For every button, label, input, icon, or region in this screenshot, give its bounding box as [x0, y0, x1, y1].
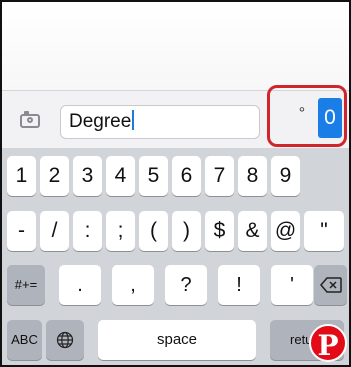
message-area	[2, 2, 349, 90]
screenshot-frame: Degree ° 0 1 2 3 4 5 6 7 8 9 - / : ; ( )…	[0, 0, 351, 367]
degree-symbol-option[interactable]: °	[290, 102, 314, 130]
highlight-box: ° 0	[267, 85, 347, 147]
keyboard: 1 2 3 4 5 6 7 8 9 - / : ; ( ) $ & @ " #+…	[2, 148, 349, 365]
key-question[interactable]: ?	[165, 265, 207, 305]
key-3[interactable]: 3	[73, 156, 102, 196]
key-more-symbols[interactable]: #+=	[7, 265, 45, 305]
key-at[interactable]: @	[271, 211, 300, 251]
zero-option-selected[interactable]: 0	[318, 98, 342, 138]
key-ampersand[interactable]: &	[238, 211, 267, 251]
key-period[interactable]: .	[59, 265, 101, 305]
globe-icon	[56, 331, 74, 349]
key-semicolon[interactable]: ;	[106, 211, 135, 251]
text-caret	[132, 110, 135, 130]
key-apostrophe[interactable]: '	[271, 265, 313, 305]
globe-key[interactable]	[46, 320, 84, 360]
key-4[interactable]: 4	[106, 156, 135, 196]
key-comma[interactable]: ,	[112, 265, 154, 305]
pinterest-logo-icon: P	[309, 324, 347, 362]
key-9[interactable]: 9	[271, 156, 300, 196]
key-dollar[interactable]: $	[205, 211, 234, 251]
key-6[interactable]: 6	[172, 156, 201, 196]
key-close-paren[interactable]: )	[172, 211, 201, 251]
key-hyphen[interactable]: -	[7, 211, 36, 251]
key-2[interactable]: 2	[40, 156, 69, 196]
key-abc[interactable]: ABC	[7, 320, 42, 360]
key-1[interactable]: 1	[7, 156, 36, 196]
key-8[interactable]: 8	[238, 156, 267, 196]
backspace-icon	[319, 277, 342, 293]
key-quote[interactable]: "	[304, 211, 344, 251]
input-toolbar: Degree ° 0	[2, 85, 349, 149]
key-exclamation[interactable]: !	[218, 265, 260, 305]
key-open-paren[interactable]: (	[139, 211, 168, 251]
backspace-key[interactable]	[314, 265, 347, 305]
key-7[interactable]: 7	[205, 156, 234, 196]
text-input[interactable]: Degree	[60, 105, 260, 139]
key-colon[interactable]: :	[73, 211, 102, 251]
text-input-value: Degree	[69, 111, 132, 132]
key-slash[interactable]: /	[40, 211, 69, 251]
key-5[interactable]: 5	[139, 156, 168, 196]
camera-icon[interactable]	[20, 111, 40, 128]
space-key[interactable]: space	[98, 320, 256, 360]
